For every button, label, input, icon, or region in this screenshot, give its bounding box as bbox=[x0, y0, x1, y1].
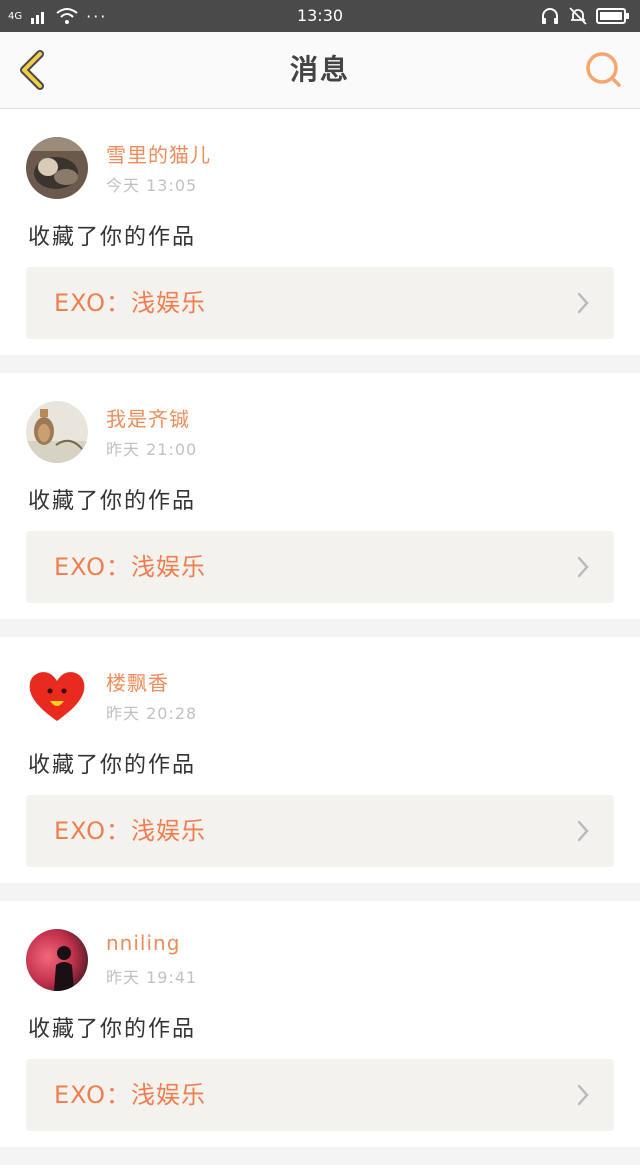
work-title: EXO：浅娱乐 bbox=[54, 1081, 206, 1109]
action-text: 收藏了你的作品 bbox=[28, 753, 197, 778]
bottle-avatar[interactable] bbox=[26, 401, 88, 463]
message-time: 昨天 20:28 bbox=[106, 704, 198, 723]
message-time: 昨天 21:00 bbox=[106, 440, 198, 459]
headphones-icon bbox=[542, 8, 558, 24]
action-text: 收藏了你的作品 bbox=[28, 225, 197, 250]
work-link[interactable]: EXO：浅娱乐 bbox=[26, 795, 614, 867]
work-link[interactable]: EXO：浅娱乐 bbox=[26, 531, 614, 603]
message-time: 昨天 19:41 bbox=[106, 968, 198, 987]
action-text: 收藏了你的作品 bbox=[28, 489, 197, 514]
user-name[interactable]: 雪里的猫儿 bbox=[106, 139, 211, 168]
user-name[interactable]: 楼飘香 bbox=[106, 667, 169, 696]
work-link[interactable]: EXO：浅娱乐 bbox=[26, 1059, 614, 1131]
person-avatar[interactable] bbox=[26, 929, 88, 991]
chevron-right-icon bbox=[577, 1084, 589, 1106]
chevron-right-icon bbox=[577, 556, 589, 578]
message-card: 我是齐铖 昨天 21:00 收藏了你的作品 EXO：浅娱乐 bbox=[0, 373, 640, 619]
message-card: nniling 昨天 19:41 收藏了你的作品 EXO：浅娱乐 bbox=[0, 901, 640, 1147]
mute-bell-icon bbox=[569, 7, 587, 25]
work-link[interactable]: EXO：浅娱乐 bbox=[26, 267, 614, 339]
message-card: 楼飘香 昨天 20:28 收藏了你的作品 EXO：浅娱乐 bbox=[0, 637, 640, 883]
status-bar: 4G ··· 13:30 bbox=[0, 0, 640, 32]
status-right bbox=[540, 4, 630, 28]
nav-bar: 消息 bbox=[0, 32, 640, 109]
user-name[interactable]: nniling bbox=[106, 931, 180, 955]
message-time: 今天 13:05 bbox=[106, 176, 198, 195]
battery-icon bbox=[596, 8, 629, 24]
work-title: EXO：浅娱乐 bbox=[54, 817, 206, 845]
chevron-right-icon bbox=[577, 292, 589, 314]
message-list: 雪里的猫儿 今天 13:05 收藏了你的作品 EXO：浅娱乐 我是齐铖 昨天 2… bbox=[0, 109, 640, 1165]
page-title: 消息 bbox=[289, 53, 350, 86]
cat-avatar[interactable] bbox=[26, 137, 88, 199]
work-title: EXO：浅娱乐 bbox=[54, 553, 206, 581]
chevron-right-icon bbox=[577, 820, 589, 842]
heart-avatar[interactable] bbox=[26, 665, 88, 727]
search-icon bbox=[586, 52, 621, 87]
search-button[interactable] bbox=[582, 48, 626, 92]
work-title: EXO：浅娱乐 bbox=[54, 289, 206, 317]
message-card: 雪里的猫儿 今天 13:05 收藏了你的作品 EXO：浅娱乐 bbox=[0, 109, 640, 355]
user-name[interactable]: 我是齐铖 bbox=[106, 403, 190, 432]
action-text: 收藏了你的作品 bbox=[28, 1017, 197, 1042]
